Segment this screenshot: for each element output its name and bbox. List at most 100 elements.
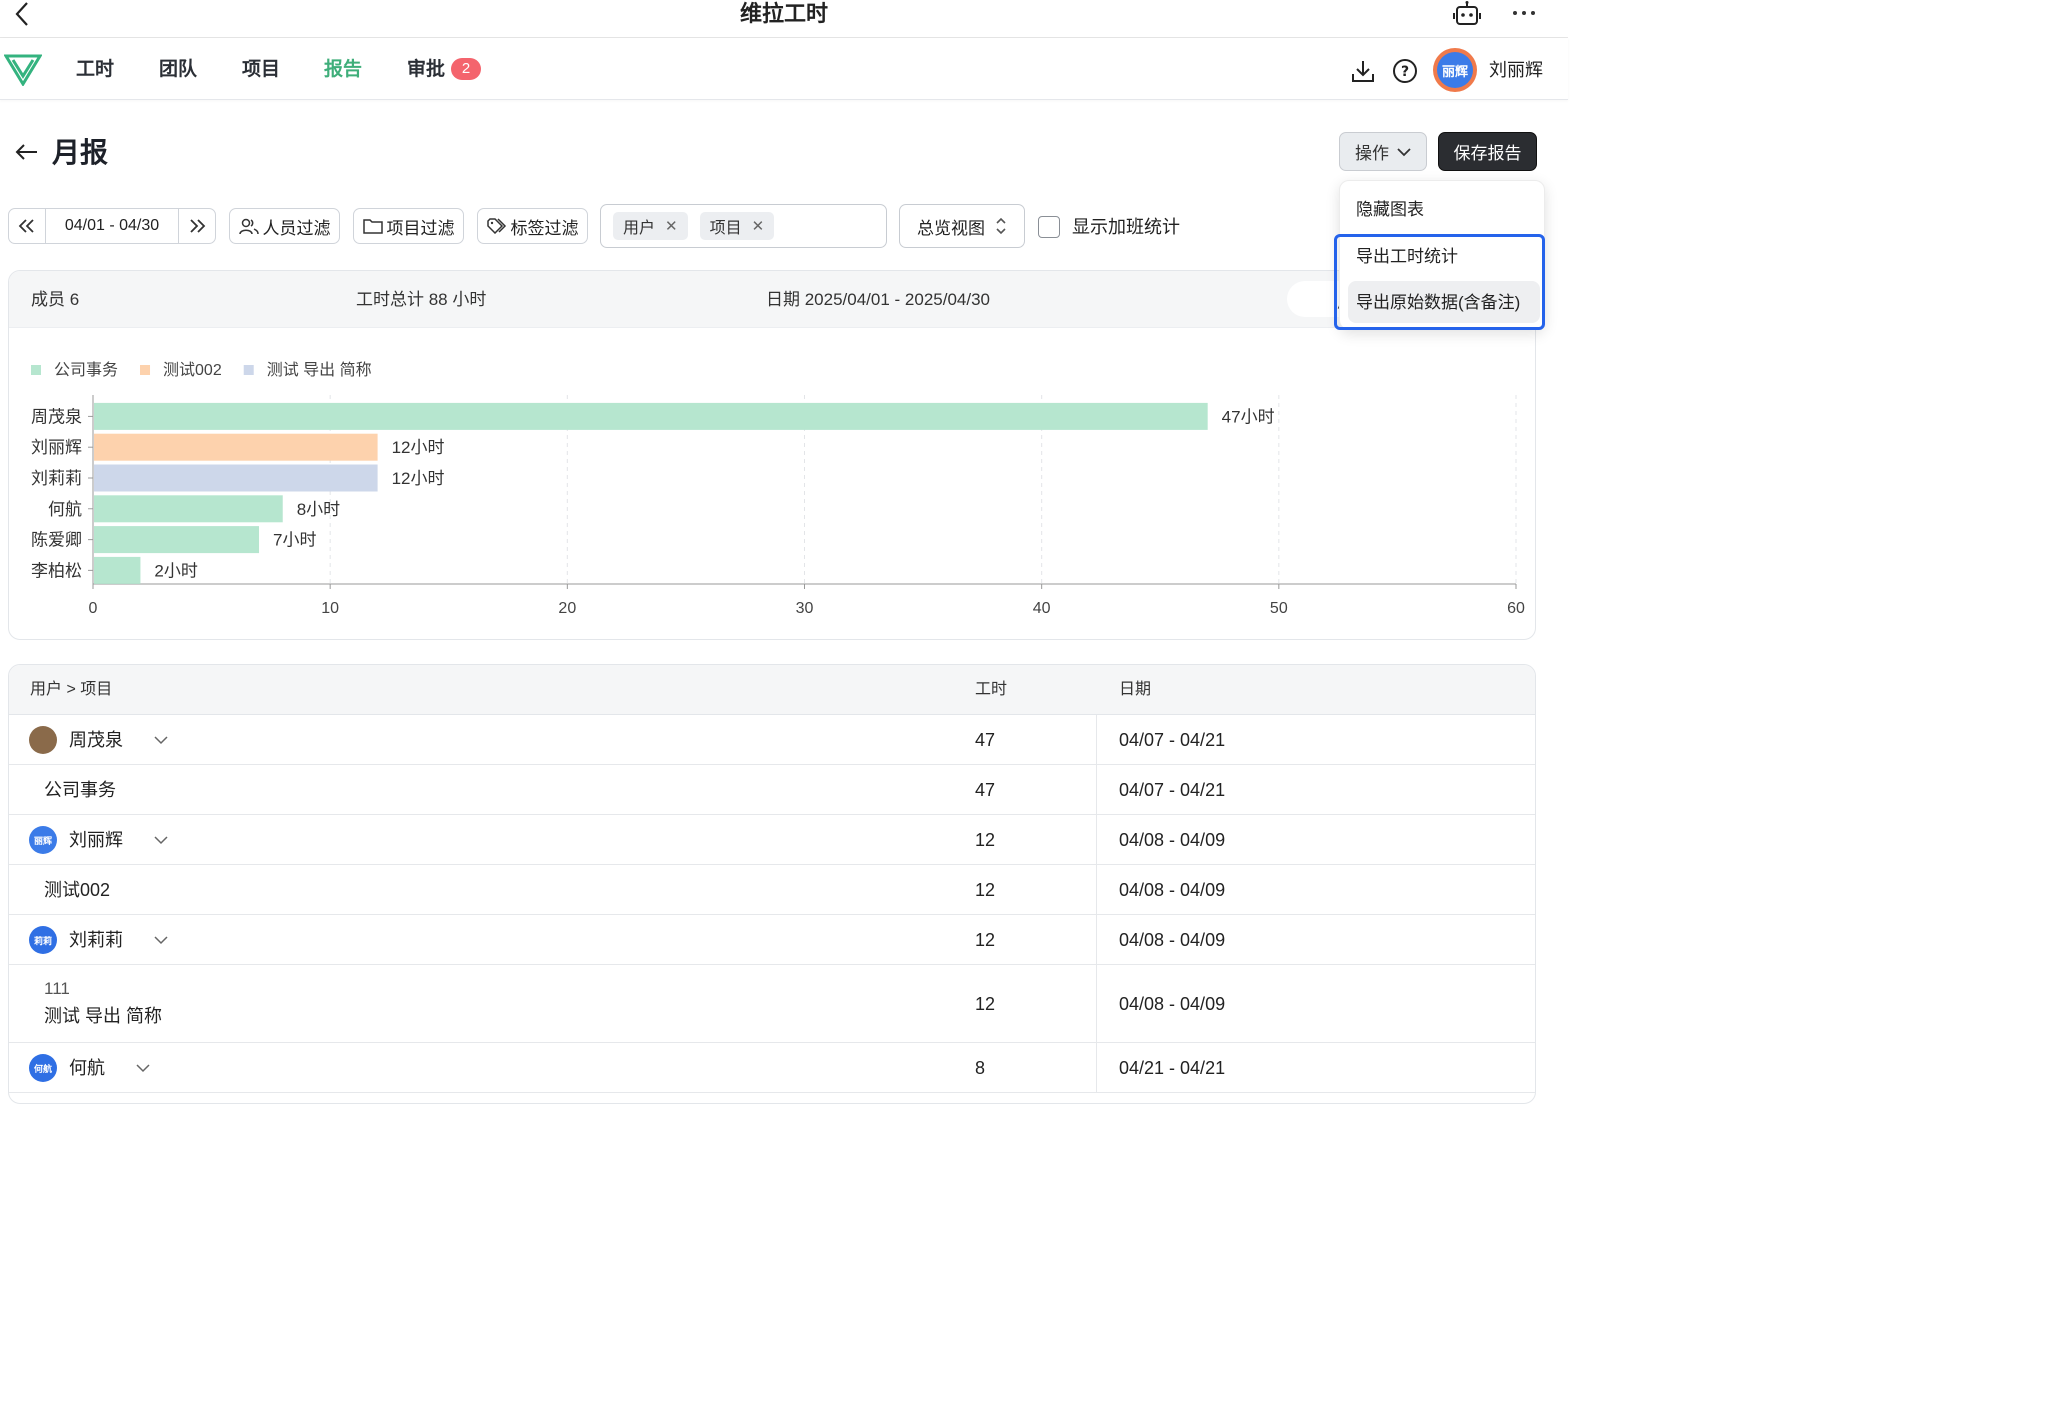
view-select[interactable]: 总览视图 xyxy=(899,204,1025,248)
table-row-project[interactable]: 测试002 12 04/08 - 04/09 xyxy=(9,865,1535,915)
row-dates: 04/08 - 04/09 xyxy=(1119,994,1226,1014)
view-select-value: 总览视图 xyxy=(917,218,985,238)
x-tick-label: 60 xyxy=(1507,600,1525,617)
row-hours: 47 xyxy=(975,730,996,750)
x-tick-label: 30 xyxy=(796,600,814,617)
group-by-chip-user: 用户 ✕ xyxy=(613,212,688,240)
legend-swatch xyxy=(140,365,151,375)
chevron-down-icon[interactable] xyxy=(153,732,169,748)
header-hours[interactable]: 工时 xyxy=(975,680,1007,700)
overtime-checkbox-label[interactable]: 显示加班统计 xyxy=(1072,215,1180,239)
save-report-button[interactable]: 保存报告 xyxy=(1438,132,1537,171)
nav-item-team[interactable]: 团队 xyxy=(159,56,197,84)
remove-chip-icon[interactable]: ✕ xyxy=(752,217,765,235)
row-user-name: 何航 xyxy=(69,1058,105,1078)
y-category-label: 周茂泉 xyxy=(31,407,82,426)
menu-item-export-raw-data[interactable]: 导出原始数据(含备注) xyxy=(1340,291,1546,315)
bar-value-label: 12小时 xyxy=(392,469,445,488)
row-dates: 04/07 - 04/21 xyxy=(1119,730,1226,750)
column-divider xyxy=(1096,765,1097,814)
date-range-value[interactable]: 04/01 - 04/30 xyxy=(45,209,179,243)
row-hours: 8 xyxy=(975,1058,986,1078)
chevron-down-icon[interactable] xyxy=(153,832,169,848)
date-range-picker: 04/01 - 04/30 xyxy=(8,208,216,244)
total-hours: 工时总计 88 小时 xyxy=(356,290,487,309)
nav-item-approval-label: 审批 xyxy=(407,59,446,80)
row-hours: 12 xyxy=(975,994,996,1014)
nav-item-projects[interactable]: 项目 xyxy=(242,56,280,84)
legend-swatch xyxy=(243,365,254,375)
header-user-project[interactable]: 用户 > 项目 xyxy=(30,680,112,700)
user-avatar-text: 丽辉 xyxy=(1437,52,1473,88)
row-project-name: 测试 导出 简称 xyxy=(44,1006,163,1026)
nav-item-reports[interactable]: 报告 xyxy=(324,56,362,84)
y-category-label: 刘丽辉 xyxy=(31,438,82,457)
robot-icon[interactable] xyxy=(1452,1,1482,27)
row-project-name: 测试002 xyxy=(44,880,111,900)
y-category-label: 李柏松 xyxy=(31,561,82,580)
x-tick-label: 10 xyxy=(321,600,339,617)
row-hours: 12 xyxy=(975,880,996,900)
table-row-project[interactable]: 111 测试 导出 简称 12 04/08 - 04/09 xyxy=(9,965,1535,1043)
table-row-project[interactable]: 公司事务 47 04/07 - 04/21 xyxy=(9,765,1535,815)
row-dates: 04/08 - 04/09 xyxy=(1119,830,1226,850)
user-avatar[interactable]: 丽辉 xyxy=(1433,48,1477,92)
column-divider xyxy=(1096,1043,1097,1092)
project-filter-button[interactable]: 项目过滤 xyxy=(353,208,464,244)
y-category-label: 何航 xyxy=(48,500,82,519)
legend-swatch xyxy=(31,365,41,375)
operations-dropdown-menu: 隐藏图表 导出工时统计 导出原始数据(含备注) xyxy=(1339,180,1545,330)
project-filter-label: 项目过滤 xyxy=(386,218,455,238)
menu-item-hide-chart[interactable]: 隐藏图表 xyxy=(1340,198,1546,222)
row-avatar xyxy=(29,726,57,754)
row-hours: 12 xyxy=(975,830,996,850)
nav-item-hours[interactable]: 工时 xyxy=(76,56,114,84)
svg-text:?: ? xyxy=(1401,64,1409,80)
page-back-arrow-icon[interactable] xyxy=(14,140,40,164)
bar-value-label: 12小时 xyxy=(392,438,445,457)
app-logo[interactable] xyxy=(3,52,43,87)
chevron-down-icon[interactable] xyxy=(153,932,169,948)
header-dates[interactable]: 日期 xyxy=(1119,680,1151,700)
row-user-name: 周茂泉 xyxy=(69,730,123,750)
window-title: 维拉工时 xyxy=(739,1,828,26)
y-category-label: 陈爱卿 xyxy=(31,531,82,550)
table-row-user[interactable]: 何航 何航 8 04/21 - 04/21 xyxy=(9,1043,1535,1093)
members-count: 成员 6 xyxy=(31,290,80,309)
username[interactable]: 刘丽辉 xyxy=(1489,58,1543,82)
x-tick-label: 0 xyxy=(89,600,98,617)
nav-item-approval[interactable]: 审批 2 xyxy=(407,56,482,84)
chevron-down-icon xyxy=(1397,147,1411,156)
hours-bar-chart: 公司事务 测试002 测试 导出 简称 0 10 20 30 40 50 60 周茂泉 47小时刘丽辉… xyxy=(31,361,1525,617)
approval-count-badge: 2 xyxy=(451,58,482,80)
menu-item-export-hours[interactable]: 导出工时统计 xyxy=(1340,245,1546,269)
table-row-user[interactable]: 丽辉 刘丽辉 12 04/08 - 04/09 xyxy=(9,815,1535,865)
bar xyxy=(94,556,141,584)
people-filter-button[interactable]: 人员过滤 xyxy=(229,208,340,244)
summary-header: 成员 6 工时总计 88 小时 日期 2025/04/01 - 2025/04/… xyxy=(9,271,1535,328)
legend-label: 测试002 xyxy=(163,361,222,379)
download-icon[interactable] xyxy=(1350,58,1376,84)
table-row-user[interactable]: 周茂泉 47 04/07 - 04/21 xyxy=(9,715,1535,765)
help-icon[interactable]: ? xyxy=(1392,58,1418,84)
bar-value-label: 8小时 xyxy=(297,500,340,519)
table-row-user[interactable]: 莉莉 刘莉莉 12 04/08 - 04/09 xyxy=(9,915,1535,965)
remove-chip-icon[interactable]: ✕ xyxy=(665,217,678,235)
chevron-down-icon[interactable] xyxy=(135,1060,151,1076)
users-icon xyxy=(238,218,259,235)
more-icon[interactable] xyxy=(1508,2,1540,24)
row-dates: 04/08 - 04/09 xyxy=(1119,930,1226,950)
operations-button[interactable]: 操作 xyxy=(1339,132,1427,171)
bar-value-label: 47小时 xyxy=(1222,407,1275,426)
prev-period-icon[interactable] xyxy=(9,209,45,243)
next-period-icon[interactable] xyxy=(179,209,215,243)
group-by-selector[interactable]: 用户 ✕ 项目 ✕ xyxy=(600,204,887,248)
tag-filter-button[interactable]: 标签过滤 xyxy=(477,208,588,244)
top-nav: 工时 团队 项目 报告 审批 2 ? 丽辉 刘丽辉 xyxy=(0,38,1568,100)
bar xyxy=(94,402,1208,430)
overtime-checkbox[interactable] xyxy=(1038,216,1060,238)
date-span: 日期 2025/04/01 - 2025/04/30 xyxy=(766,290,990,309)
legend-label: 公司事务 xyxy=(54,361,118,379)
bar-value-label: 7小时 xyxy=(273,531,316,550)
row-project-name: 公司事务 xyxy=(44,780,116,800)
